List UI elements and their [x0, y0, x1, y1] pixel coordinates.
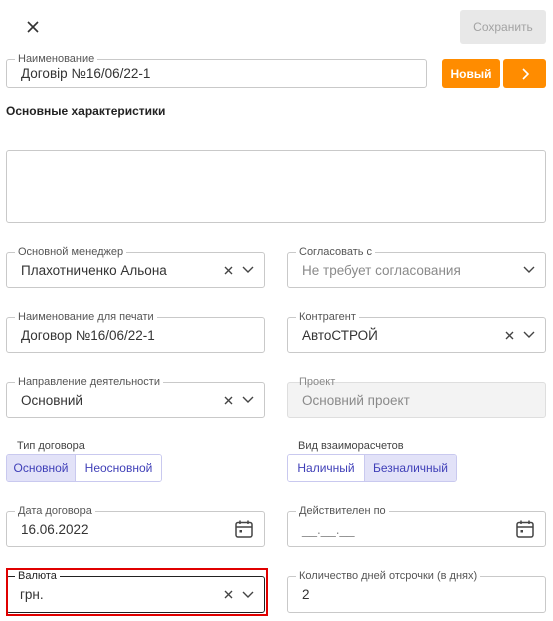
project-field: Проект Основний проект: [287, 376, 546, 418]
project-value: Основний проект: [302, 392, 410, 408]
contract-type-option-secondary[interactable]: Неосновной: [75, 455, 161, 481]
counterparty-value: АвтоСТРОЙ: [302, 327, 378, 343]
contract-type-toggle[interactable]: Основной Неосновной: [6, 454, 162, 482]
counterparty-select[interactable]: Контрагент АвтоСТРОЙ: [287, 311, 546, 353]
valid-until-field[interactable]: Действителен по __.__.__: [287, 505, 546, 547]
manager-select[interactable]: Основной менеджер Плахотниченко Альона: [6, 246, 265, 288]
delay-days-value: 2: [302, 587, 310, 602]
delay-days-field[interactable]: Количество дней отсрочки (в днях) 2: [287, 570, 546, 613]
calendar-icon[interactable]: [514, 512, 536, 546]
settlement-type-toggle[interactable]: Наличный Безналичный: [287, 454, 457, 482]
direction-value: Основний: [21, 392, 83, 408]
new-button[interactable]: Новый: [442, 59, 500, 88]
contract-type-option-main[interactable]: Основной: [7, 455, 75, 481]
clear-icon[interactable]: [501, 318, 517, 352]
name-field-value: Договір №16/06/22-1: [21, 66, 151, 81]
close-button[interactable]: [22, 16, 44, 38]
approve-value: Не требует согласования: [302, 262, 461, 278]
settlement-type-option-cash[interactable]: Наличный: [288, 455, 364, 481]
name-field[interactable]: Наименование Договір №16/06/22-1: [6, 53, 427, 88]
save-button[interactable]: Сохранить: [460, 10, 546, 44]
clear-icon[interactable]: [220, 383, 236, 417]
settlement-type-option-cashless[interactable]: Безналичный: [364, 455, 456, 481]
print-name-field[interactable]: Наименование для печати Договор №16/06/2…: [6, 311, 265, 353]
contract-type-label: Тип договора: [17, 440, 85, 452]
valid-until-value: __.__.__: [302, 521, 355, 537]
contract-date-field[interactable]: Дата договора 16.06.2022: [6, 505, 265, 547]
chevron-down-icon[interactable]: [521, 253, 537, 287]
chevron-right-icon: [521, 67, 529, 80]
print-name-value: Договор №16/06/22-1: [21, 327, 155, 343]
approve-select[interactable]: Согласовать с Не требует согласования: [287, 246, 546, 288]
chevron-down-icon[interactable]: [521, 318, 537, 352]
direction-select[interactable]: Направление деятельности Основний: [6, 376, 265, 418]
close-icon: [27, 21, 39, 33]
section-title: Основные характеристики: [6, 104, 166, 118]
manager-value: Плахотниченко Альона: [21, 262, 167, 278]
clear-icon[interactable]: [220, 253, 236, 287]
next-button[interactable]: [503, 59, 546, 88]
delay-days-label: Количество дней отсрочки (в днях): [296, 570, 481, 582]
currency-highlight-frame: [6, 568, 268, 616]
chevron-down-icon[interactable]: [240, 383, 256, 417]
contract-date-value: 16.06.2022: [21, 521, 89, 537]
settlement-type-label: Вид взаиморасчетов: [298, 440, 404, 452]
chevron-down-icon[interactable]: [240, 253, 256, 287]
calendar-icon[interactable]: [233, 512, 255, 546]
description-textarea[interactable]: [6, 150, 546, 223]
